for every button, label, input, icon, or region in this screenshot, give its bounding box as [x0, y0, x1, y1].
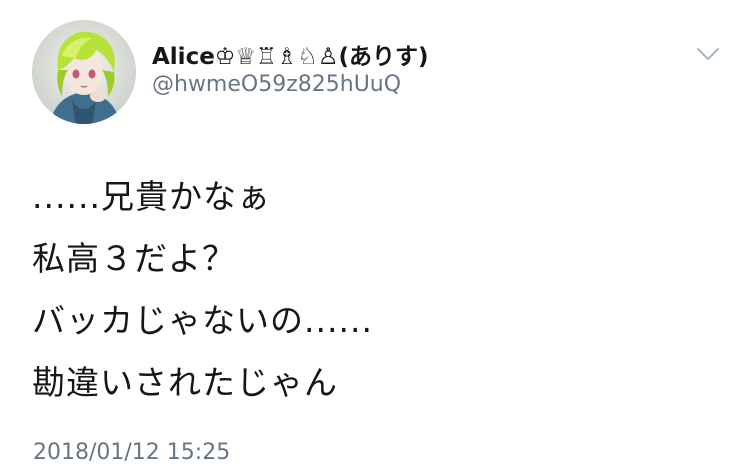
tweet-card: Alice♔♕♖♗♘♙(ありす) @hwmeO59z825hUuQ ......…: [0, 0, 749, 474]
tweet-line-4: 勘違いされたじゃん: [32, 363, 338, 402]
tweet-text: ......兄貴かなぁ 私高３だよ？ バッカじゃないの...... 勘違いされた…: [32, 166, 373, 414]
avatar[interactable]: [32, 20, 136, 124]
user-handle[interactable]: @hwmeO59z825hUuQ: [152, 72, 401, 97]
display-name-text[interactable]: Alice♔♕♖♗♘♙(ありす): [152, 37, 429, 71]
tweet-line-1: ......兄貴かなぁ: [32, 177, 271, 216]
tweet-line-2: 私高３だよ？: [32, 239, 236, 278]
display-name[interactable]: Alice♔♕♖♗♘♙(ありす): [152, 36, 429, 72]
chevron-down-icon[interactable]: [694, 40, 722, 68]
tweet-timestamp[interactable]: 2018/01/12 15:25: [33, 440, 230, 465]
profile-avatar-icon: [32, 20, 136, 124]
tweet-line-3: バッカじゃないの......: [32, 301, 373, 340]
